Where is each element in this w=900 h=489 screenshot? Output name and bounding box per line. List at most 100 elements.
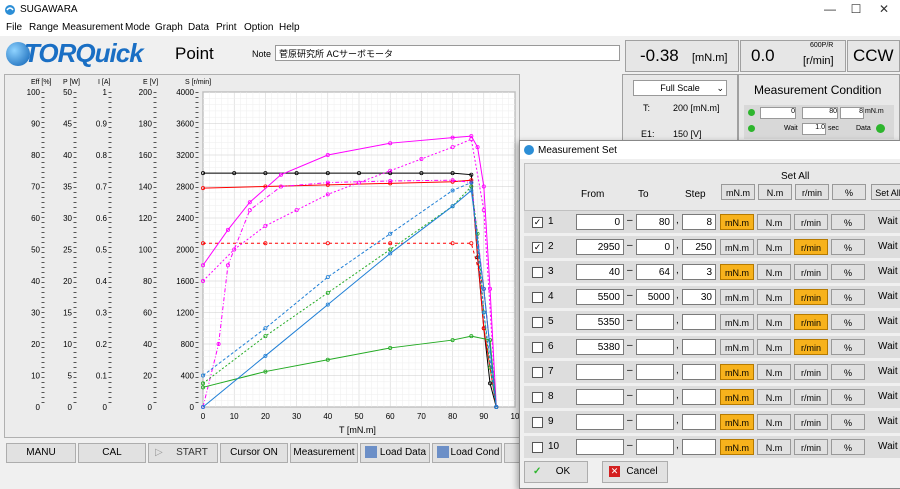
unit-button[interactable]: mN.m (720, 239, 754, 255)
to-input[interactable] (636, 339, 674, 355)
row-checkbox[interactable] (532, 317, 543, 328)
step-input[interactable]: 8 (682, 214, 716, 230)
from-input[interactable] (576, 414, 624, 430)
cal-button[interactable]: CAL (78, 443, 146, 463)
row-checkbox[interactable] (532, 342, 543, 353)
unit-button[interactable]: N.m (757, 239, 791, 255)
step-input[interactable] (682, 439, 716, 455)
from-input[interactable]: 5350 (576, 314, 624, 330)
unit-button[interactable]: N.m (757, 364, 791, 380)
step-input[interactable] (682, 364, 716, 380)
load-cond-button[interactable]: Load Cond (432, 443, 502, 463)
from-input[interactable]: 5500 (576, 289, 624, 305)
header-unit-button[interactable]: mN.m (721, 184, 755, 200)
menu-item-mode[interactable]: Mode (125, 22, 150, 33)
step-input[interactable] (682, 314, 716, 330)
unit-button[interactable]: % (831, 414, 865, 430)
full-scale-select[interactable]: Full Scale ⌄ (633, 80, 727, 96)
unit-button[interactable]: r/min (794, 339, 828, 355)
to-input[interactable]: 80 (636, 214, 674, 230)
unit-button[interactable]: r/min (794, 289, 828, 305)
row-checkbox[interactable] (532, 367, 543, 378)
to-input[interactable] (636, 389, 674, 405)
to-input[interactable] (636, 414, 674, 430)
unit-button[interactable]: mN.m (720, 414, 754, 430)
row-checkbox[interactable] (532, 267, 543, 278)
unit-button[interactable]: r/min (794, 364, 828, 380)
unit-button[interactable]: r/min (794, 214, 828, 230)
unit-button[interactable]: N.m (757, 439, 791, 455)
row-checkbox[interactable]: ✓ (532, 217, 543, 228)
unit-button[interactable]: r/min (794, 414, 828, 430)
step-input[interactable] (682, 389, 716, 405)
step-input[interactable] (682, 414, 716, 430)
row-checkbox[interactable] (532, 292, 543, 303)
unit-button[interactable]: N.m (757, 214, 791, 230)
to-input[interactable] (636, 439, 674, 455)
start-button[interactable]: ▷ START (148, 443, 218, 463)
menu-item-print[interactable]: Print (216, 22, 237, 33)
from-input[interactable]: 40 (576, 264, 624, 280)
unit-button[interactable]: mN.m (720, 339, 754, 355)
cond-from[interactable]: 0 (760, 107, 796, 119)
unit-button[interactable]: r/min (794, 264, 828, 280)
cursor-button[interactable]: Cursor ON (220, 443, 288, 463)
to-input[interactable]: 0 (636, 239, 674, 255)
menu-item-help[interactable]: Help (279, 22, 300, 33)
unit-button[interactable]: % (831, 364, 865, 380)
set-all-button[interactable]: Set All (871, 184, 900, 200)
close-icon[interactable]: ✕ (874, 2, 894, 18)
cond-wait-value[interactable]: 1.0 (802, 123, 826, 135)
menu-item-file[interactable]: File (6, 22, 22, 33)
ok-button[interactable]: ✓ OK (524, 461, 588, 483)
unit-button[interactable]: N.m (757, 414, 791, 430)
header-unit-button[interactable]: r/min (795, 184, 829, 200)
step-input[interactable]: 3 (682, 264, 716, 280)
unit-button[interactable]: r/min (794, 239, 828, 255)
unit-button[interactable]: mN.m (720, 289, 754, 305)
step-input[interactable]: 30 (682, 289, 716, 305)
cancel-button[interactable]: ✕ Cancel (602, 461, 668, 483)
to-input[interactable] (636, 364, 674, 380)
menu-item-measurement[interactable]: Measurement (62, 22, 123, 33)
menu-item-option[interactable]: Option (244, 22, 273, 33)
maximize-icon[interactable]: ☐ (846, 2, 866, 18)
to-input[interactable]: 5000 (636, 289, 674, 305)
cond-to[interactable]: 80 (802, 107, 838, 119)
unit-button[interactable]: N.m (757, 264, 791, 280)
header-unit-button[interactable]: N.m (758, 184, 792, 200)
menu-item-graph[interactable]: Graph (155, 22, 183, 33)
unit-button[interactable]: % (831, 439, 865, 455)
unit-button[interactable]: % (831, 264, 865, 280)
measurement-button[interactable]: Measurement (290, 443, 358, 463)
manu-button[interactable]: MANU (6, 443, 76, 463)
unit-button[interactable]: r/min (794, 389, 828, 405)
from-input[interactable] (576, 439, 624, 455)
unit-button[interactable]: % (831, 214, 865, 230)
more-button[interactable] (504, 443, 520, 463)
row-checkbox[interactable] (532, 417, 543, 428)
from-input[interactable]: 0 (576, 214, 624, 230)
unit-button[interactable]: mN.m (720, 364, 754, 380)
unit-button[interactable]: % (831, 339, 865, 355)
unit-button[interactable]: mN.m (720, 439, 754, 455)
row-checkbox[interactable]: ✓ (532, 242, 543, 253)
cond-step[interactable]: 8 (840, 107, 864, 119)
step-input[interactable]: 250 (682, 239, 716, 255)
unit-button[interactable]: N.m (757, 389, 791, 405)
unit-button[interactable]: N.m (757, 314, 791, 330)
header-unit-button[interactable]: % (832, 184, 866, 200)
step-input[interactable] (682, 339, 716, 355)
from-input[interactable] (576, 364, 624, 380)
row-checkbox[interactable] (532, 442, 543, 453)
menu-item-data[interactable]: Data (188, 22, 209, 33)
load-data-button[interactable]: Load Data (360, 443, 430, 463)
minimize-icon[interactable]: — (820, 2, 840, 18)
note-input[interactable]: 菅原研究所 ACサーボモータ (275, 45, 620, 61)
to-input[interactable]: 64 (636, 264, 674, 280)
from-input[interactable] (576, 389, 624, 405)
to-input[interactable] (636, 314, 674, 330)
row-checkbox[interactable] (532, 392, 543, 403)
unit-button[interactable]: % (831, 389, 865, 405)
unit-button[interactable]: % (831, 239, 865, 255)
